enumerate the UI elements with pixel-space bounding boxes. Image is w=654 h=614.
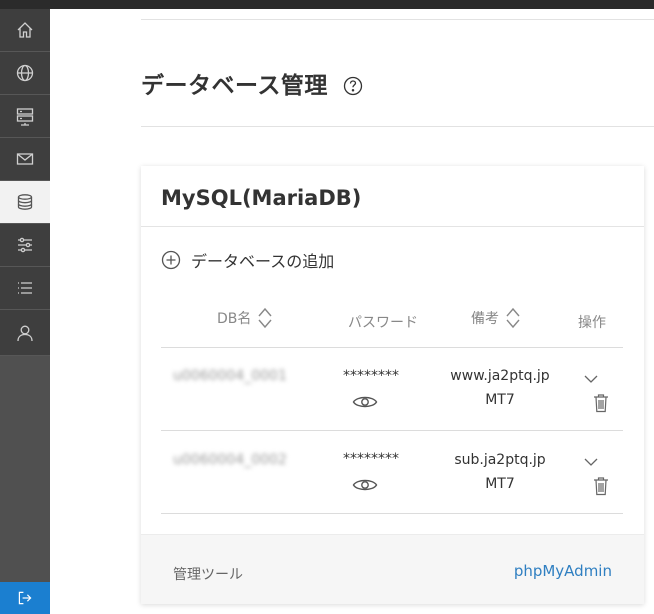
- footer-label: 管理ツール: [173, 567, 243, 583]
- column-header-note[interactable]: 備考: [471, 306, 521, 330]
- sidebar-item-home[interactable]: [0, 9, 50, 52]
- divider: [141, 126, 654, 127]
- home-icon: [17, 22, 33, 38]
- note-cell: www.ja2ptq.jp: [450, 368, 550, 384]
- password-cell: ********: [343, 368, 399, 384]
- sidebar-item-settings[interactable]: [0, 224, 50, 267]
- column-header-db-name[interactable]: DB名: [217, 306, 273, 330]
- note-cell: MT7: [485, 476, 515, 492]
- main-content: データベース管理 MySQL(MariaDB) データベースの追加 DB名 パス…: [50, 9, 654, 614]
- list-icon: [18, 282, 32, 294]
- eye-icon[interactable]: [352, 393, 378, 411]
- sidebar-empty-area: [0, 356, 50, 582]
- db-name-cell: u0060004_0001: [173, 368, 287, 384]
- column-header-password: パスワード: [348, 312, 418, 332]
- page-title: データベース管理: [141, 73, 328, 99]
- top-bar: [0, 0, 654, 9]
- divider: [161, 347, 623, 348]
- column-header-label: 備考: [471, 311, 499, 327]
- db-name-cell: u0060004_0002: [173, 452, 287, 468]
- user-icon: [17, 325, 33, 341]
- chevron-down-icon[interactable]: [584, 457, 598, 467]
- sidebar-item-account[interactable]: [0, 310, 50, 356]
- trash-icon[interactable]: [593, 476, 609, 496]
- sidebar-item-mail[interactable]: [0, 138, 50, 181]
- column-header-action: 操作: [578, 312, 606, 332]
- divider: [161, 430, 623, 431]
- add-database-label: データベースの追加: [191, 252, 335, 271]
- server-icon: [16, 108, 34, 126]
- column-header-label: DB名: [217, 311, 252, 327]
- sidebar-item-domain[interactable]: [0, 52, 50, 95]
- globe-icon: [16, 64, 34, 82]
- note-cell: MT7: [485, 392, 515, 408]
- plus-circle-icon: [161, 250, 181, 270]
- logout-icon: [18, 591, 32, 605]
- sidebar-item-database[interactable]: [0, 181, 50, 224]
- sidebar-item-list[interactable]: [0, 267, 50, 310]
- column-header-label: パスワード: [348, 315, 418, 331]
- divider: [141, 19, 654, 20]
- add-database-button[interactable]: データベースの追加: [161, 248, 334, 272]
- divider: [141, 226, 644, 227]
- mail-icon: [16, 153, 34, 165]
- sliders-icon: [18, 237, 32, 253]
- sidebar: [0, 9, 50, 614]
- database-icon: [17, 194, 33, 210]
- sort-icon: [258, 307, 272, 329]
- sort-icon: [506, 307, 520, 329]
- column-header-label: 操作: [578, 315, 606, 331]
- panel-footer: 管理ツール phpMyAdmin: [141, 534, 644, 604]
- help-icon[interactable]: [343, 76, 363, 96]
- mysql-panel: MySQL(MariaDB) データベースの追加 DB名 パスワード 備考 操作: [141, 166, 644, 604]
- phpmyadmin-link[interactable]: phpMyAdmin: [514, 562, 612, 580]
- trash-icon[interactable]: [593, 393, 609, 413]
- logout-button[interactable]: [0, 582, 50, 614]
- divider: [161, 513, 623, 514]
- chevron-down-icon[interactable]: [584, 374, 598, 384]
- eye-icon[interactable]: [352, 476, 378, 494]
- note-cell: sub.ja2ptq.jp: [454, 452, 546, 468]
- panel-title: MySQL(MariaDB): [161, 186, 362, 210]
- sidebar-item-server[interactable]: [0, 95, 50, 138]
- password-cell: ********: [343, 451, 399, 467]
